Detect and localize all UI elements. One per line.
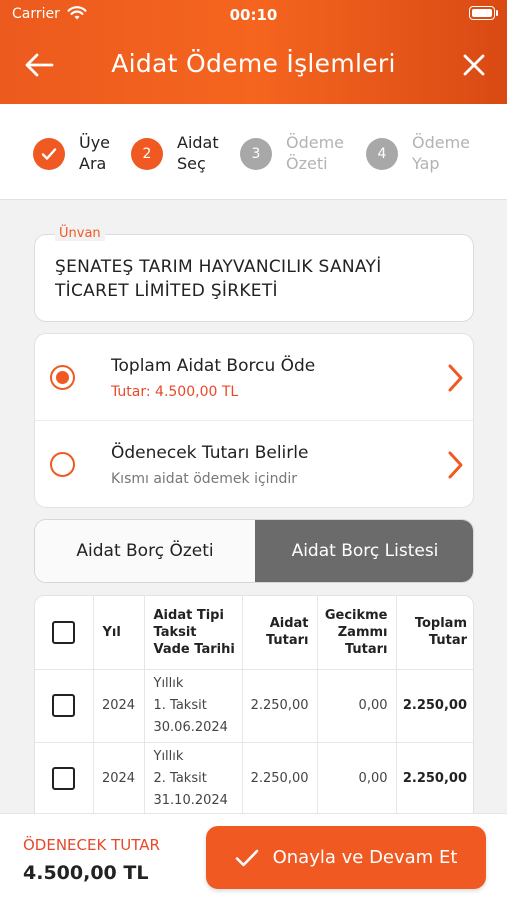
payment-options: Toplam Aidat Borcu Öde Tutar: 4.500,00 T… bbox=[34, 333, 474, 508]
close-icon[interactable] bbox=[459, 50, 489, 80]
cell-yil: 2024 bbox=[93, 669, 145, 743]
tab-debt-list[interactable]: Aidat Borç Listesi bbox=[255, 520, 473, 582]
option-title: Ödenecek Tutarı Belirle bbox=[111, 443, 309, 463]
chevron-right-icon bbox=[448, 364, 463, 392]
header-aidat-tutari: Aidat Tutarı bbox=[242, 596, 318, 670]
step-odeme-ozeti: 3 Ödeme Özeti bbox=[240, 132, 344, 174]
table-row: 2024 Yıllık 2. Taksit 31.10.2024 2.250,0… bbox=[35, 742, 473, 816]
step-aidat-sec: 2 Aidat Seç bbox=[131, 132, 219, 174]
step-number: 4 bbox=[366, 138, 398, 170]
cell-yil: 2024 bbox=[93, 742, 145, 816]
cell-aidat-tutari: 2.250,00 bbox=[242, 742, 318, 816]
header-aidat-tipi: Aidat Tipi Taksit Vade Tarihi bbox=[144, 596, 243, 670]
option-description: Kısmı aidat ödemek içindir bbox=[111, 471, 297, 487]
option-custom-amount[interactable]: Ödenecek Tutarı Belirle Kısmı aidat ödem… bbox=[35, 421, 473, 508]
status-bar: Carrier 00:10 bbox=[0, 0, 507, 30]
step-number: 3 bbox=[240, 138, 272, 170]
table-row: 2024 Yıllık 1. Taksit 30.06.2024 2.250,0… bbox=[35, 669, 473, 743]
option-title: Toplam Aidat Borcu Öde bbox=[111, 356, 316, 376]
check-icon bbox=[33, 138, 65, 170]
step-odeme-yap: 4 Ödeme Yap bbox=[366, 132, 470, 174]
table-header-row: Yıl Aidat Tipi Taksit Vade Tarihi Aidat … bbox=[35, 596, 473, 670]
cell-toplam: 2.250,00 bbox=[396, 742, 473, 816]
status-time: 00:10 bbox=[229, 6, 278, 24]
confirm-button-label: Onayla ve Devam Et bbox=[272, 847, 458, 868]
app-header: Carrier 00:10 Aidat Ödeme İşlemleri bbox=[0, 0, 507, 104]
cell-gecikme: 0,00 bbox=[317, 742, 397, 816]
header-yil: Yıl bbox=[93, 596, 145, 670]
cell-toplam: 2.250,00 bbox=[396, 669, 473, 743]
header-toplam: Toplam Tutar bbox=[396, 596, 473, 670]
step-label: Ödeme Yap bbox=[412, 133, 471, 173]
payable-amount-label: ÖDENECEK TUTAR bbox=[23, 836, 160, 854]
cell-aidat-tutari: 2.250,00 bbox=[242, 669, 318, 743]
confirm-continue-button[interactable]: Onayla ve Devam Et bbox=[206, 826, 486, 889]
step-label: Ödeme Özeti bbox=[286, 133, 345, 173]
option-amount: Tutar: 4.500,00 TL bbox=[111, 384, 239, 400]
radio-unselected-icon[interactable] bbox=[50, 452, 75, 477]
header-gecikme: Gecikme Zammı Tutarı bbox=[317, 596, 397, 670]
payment-footer: ÖDENECEK TUTAR 4.500,00 TL Onayla ve Dev… bbox=[0, 813, 507, 900]
select-all-checkbox[interactable] bbox=[52, 620, 76, 644]
step-label: Aidat Seç bbox=[177, 133, 219, 173]
option-total-debt[interactable]: Toplam Aidat Borcu Öde Tutar: 4.500,00 T… bbox=[35, 334, 473, 421]
cell-gecikme: 0,00 bbox=[317, 669, 397, 743]
row-checkbox[interactable] bbox=[52, 694, 76, 717]
cell-aidat-tipi: Yıllık 1. Taksit 30.06.2024 bbox=[144, 669, 243, 743]
unvan-field: Ünvan ŞENATEŞ TARIM HAYVANCILIK SANAYİ T… bbox=[34, 226, 474, 322]
battery-icon bbox=[469, 6, 498, 20]
check-icon bbox=[235, 849, 258, 866]
step-label: Üye Ara bbox=[79, 133, 111, 173]
page-title: Aidat Ödeme İşlemleri bbox=[111, 49, 396, 78]
radio-selected-icon[interactable] bbox=[50, 365, 75, 390]
tab-debt-summary[interactable]: Aidat Borç Özeti bbox=[35, 520, 255, 582]
chevron-right-icon bbox=[448, 451, 463, 479]
select-all-cell bbox=[35, 596, 94, 670]
unvan-value: ŞENATEŞ TARIM HAYVANCILIK SANAYİ TİCARET… bbox=[55, 257, 382, 301]
step-uye-ara: Üye Ara bbox=[33, 132, 110, 174]
unvan-label: Ünvan bbox=[55, 226, 105, 241]
step-number: 2 bbox=[131, 138, 163, 170]
row-checkbox[interactable] bbox=[52, 767, 76, 790]
payable-amount-value: 4.500,00 TL bbox=[23, 862, 149, 884]
progress-stepper: Üye Ara 2 Aidat Seç 3 Ödeme Özeti 4 Ödem… bbox=[0, 104, 507, 200]
debt-table: Yıl Aidat Tipi Taksit Vade Tarihi Aidat … bbox=[34, 595, 474, 825]
debt-view-segment: Aidat Borç Özeti Aidat Borç Listesi bbox=[34, 519, 474, 583]
cell-aidat-tipi: Yıllık 2. Taksit 31.10.2024 bbox=[144, 742, 243, 816]
